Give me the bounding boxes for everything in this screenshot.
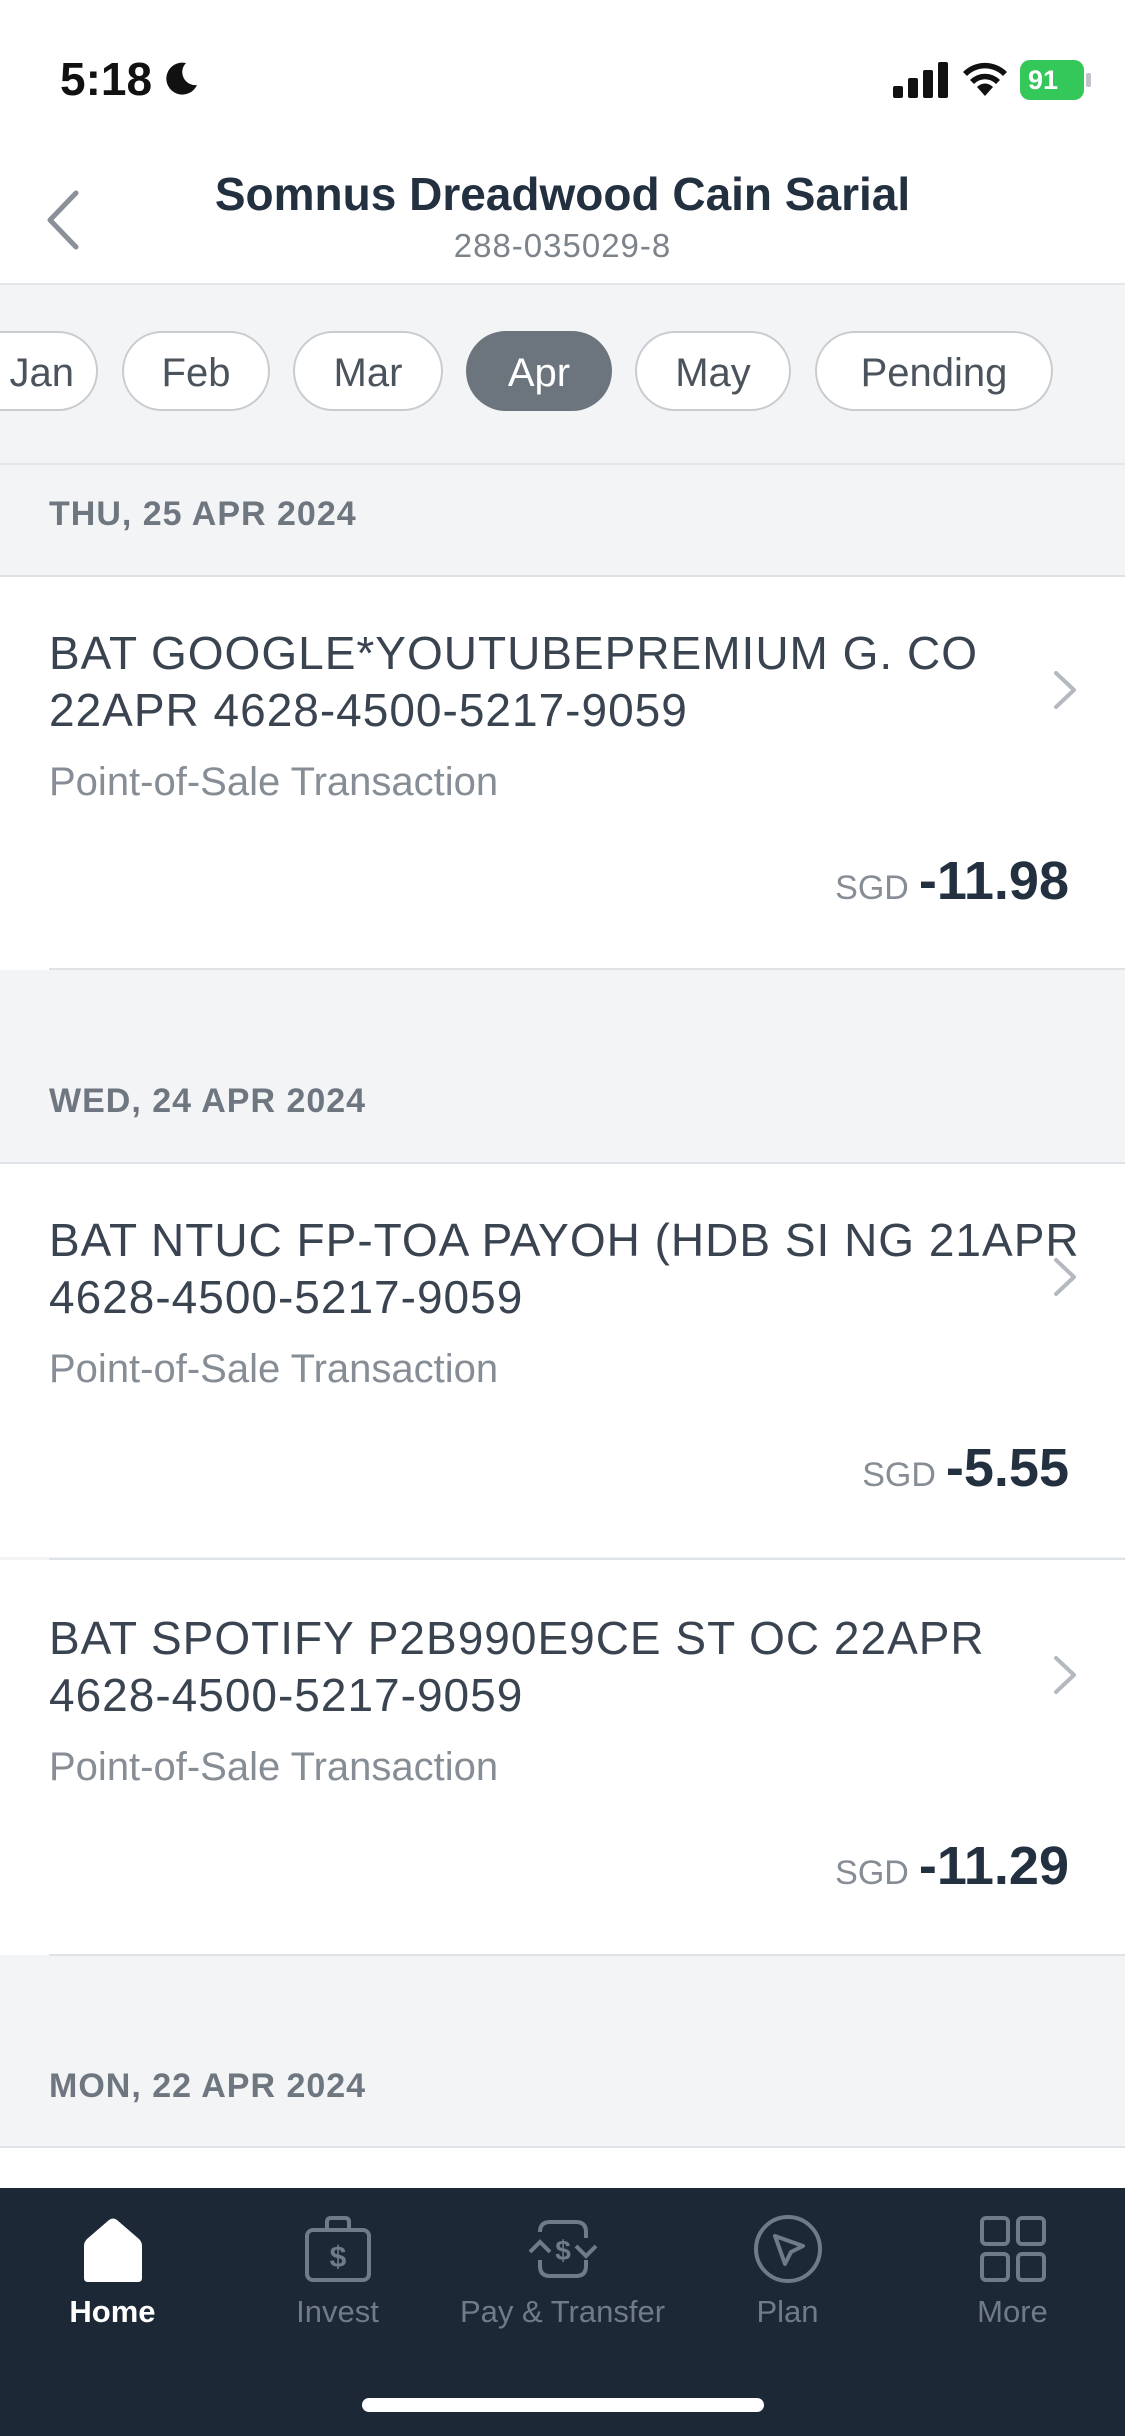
transaction-amount: SGD -11.98: [835, 850, 1069, 912]
month-filter-bar[interactable]: Jan Feb Mar Apr May Pending: [0, 285, 1125, 465]
transaction-row[interactable]: BAT GOOGLE*YOUTUBEPREMIUM G. CO 22APR 46…: [0, 575, 1125, 970]
tab-label: Pay & Transfer: [459, 2294, 666, 2329]
briefcase-dollar-icon: $: [305, 2216, 371, 2282]
home-icon: [84, 2218, 142, 2282]
svg-text:$: $: [330, 2241, 347, 2274]
status-bar: 5:18 91: [0, 0, 1125, 145]
tab-label: More: [977, 2294, 1048, 2329]
divider: [49, 1954, 1125, 1956]
tab-label: Plan: [756, 2294, 819, 2329]
account-name: Somnus Dreadwood Cain Sarial: [214, 168, 911, 220]
date-header-label: WED, 24 APR 2024: [49, 1082, 367, 1120]
battery-level: 91: [1020, 60, 1084, 100]
wifi-icon: [963, 62, 1007, 96]
month-chip-may[interactable]: May: [635, 331, 791, 411]
compass-icon: [754, 2215, 822, 2283]
transaction-type: Point-of-Sale Transaction: [49, 760, 499, 804]
grid-icon: [980, 2216, 1046, 2282]
transaction-row[interactable]: BAT NTUC FP-TOA PAYOH (HDB SI NG 21APR 4…: [0, 1162, 1125, 1560]
amount-currency: SGD: [835, 1854, 909, 1892]
account-number: 288-035029-8: [453, 227, 672, 264]
account-header: Somnus Dreadwood Cain Sarial 288-035029-…: [0, 145, 1125, 285]
month-chip-feb[interactable]: Feb: [122, 331, 270, 411]
date-header-label: THU, 25 APR 2024: [49, 495, 357, 533]
signal-icon: [893, 62, 948, 98]
month-chip-pending[interactable]: Pending: [815, 331, 1053, 411]
transaction-row[interactable]: [0, 2146, 1125, 2188]
chevron-right-icon: [1054, 671, 1076, 709]
divider: [0, 575, 1125, 577]
tab-label: Home: [69, 2294, 156, 2329]
amount-value: -5.55: [945, 1438, 1069, 1498]
transaction-description: BAT SPOTIFY P2B990E9CE ST OC 22APR 4628-…: [49, 1612, 985, 1721]
amount-currency: SGD: [862, 1456, 936, 1494]
tab-plan[interactable]: Plan: [675, 2188, 900, 2348]
tab-label: Invest: [296, 2294, 379, 2329]
amount-currency: SGD: [835, 869, 909, 907]
month-chip-mar[interactable]: Mar: [293, 331, 443, 411]
transaction-description: BAT GOOGLE*YOUTUBEPREMIUM G. CO 22APR 46…: [49, 627, 978, 736]
divider: [0, 2146, 1125, 2148]
divider: [49, 968, 1125, 970]
tab-pay-transfer[interactable]: $ Pay & Transfer: [450, 2188, 675, 2348]
amount-value: -11.29: [918, 1836, 1069, 1896]
transaction-description: BAT NTUC FP-TOA PAYOH (HDB SI NG 21APR 4…: [49, 1214, 1080, 1323]
moon-icon: [166, 62, 197, 95]
battery-cap: [1086, 73, 1091, 87]
svg-text:$: $: [555, 2235, 571, 2266]
status-time: 5:18: [60, 53, 153, 105]
transaction-type: Point-of-Sale Transaction: [49, 1745, 499, 1789]
transaction-row[interactable]: BAT SPOTIFY P2B990E9CE ST OC 22APR 4628-…: [0, 1560, 1125, 1956]
date-header-label: MON, 22 APR 2024: [49, 2067, 367, 2105]
transaction-amount: SGD -11.29: [835, 1835, 1069, 1897]
home-indicator: [362, 2398, 764, 2412]
amount-value: -11.98: [918, 851, 1069, 911]
month-chip-apr[interactable]: Apr: [466, 331, 612, 411]
battery-icon: 91: [1020, 60, 1092, 100]
transaction-amount: SGD -5.55: [862, 1437, 1069, 1499]
tab-invest[interactable]: $ Invest: [225, 2188, 450, 2348]
divider: [0, 1162, 1125, 1164]
tab-more[interactable]: More: [900, 2188, 1125, 2348]
chevron-right-icon: [1054, 1258, 1076, 1296]
chevron-right-icon: [1054, 1656, 1076, 1694]
month-chip-jan[interactable]: Jan: [0, 331, 98, 411]
transaction-type: Point-of-Sale Transaction: [49, 1347, 499, 1391]
pay-transfer-icon: $: [528, 2220, 598, 2278]
tab-home[interactable]: Home: [0, 2188, 225, 2348]
